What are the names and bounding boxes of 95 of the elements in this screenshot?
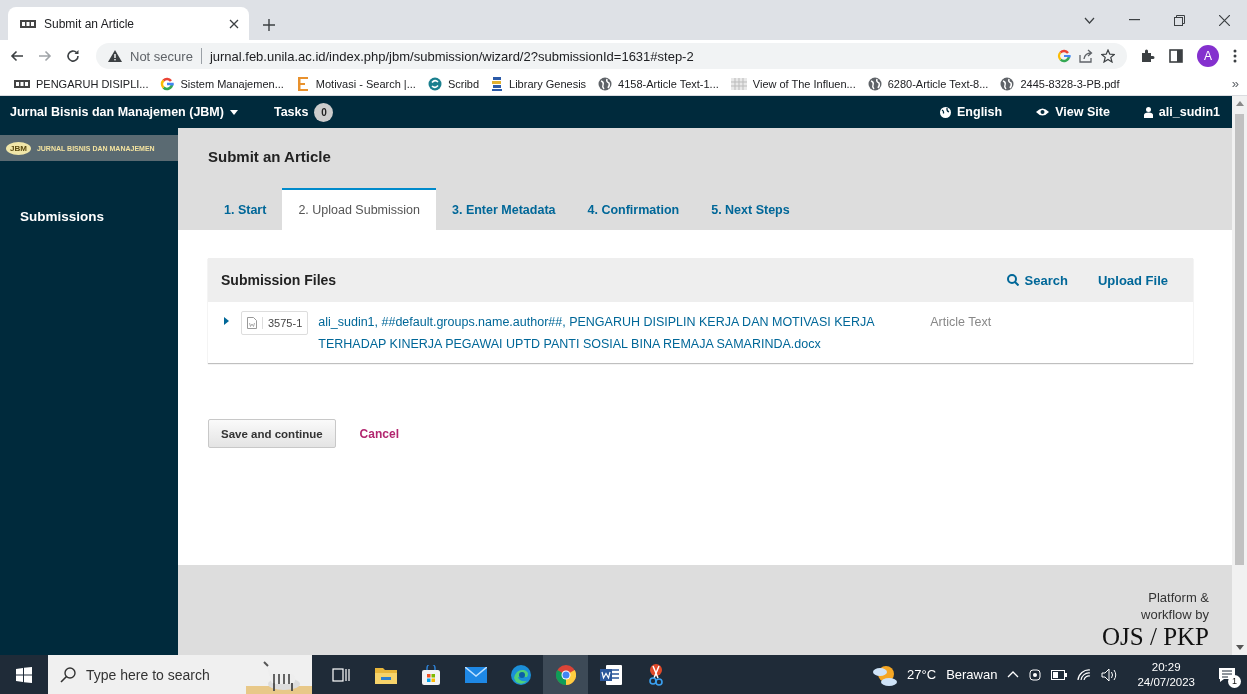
battery-icon[interactable]	[1051, 669, 1068, 680]
camera-icon[interactable]	[1029, 666, 1042, 683]
step-tab[interactable]: 1. Start	[208, 188, 283, 230]
language-menu[interactable]: English	[940, 105, 1003, 119]
search-icon	[1006, 274, 1019, 286]
chevron-down-icon[interactable]	[1084, 16, 1095, 24]
security-label: Not secure	[130, 48, 193, 64]
bookmark[interactable]: Scribd	[421, 72, 486, 95]
platform-credit: Platform & workflow by	[1140, 589, 1209, 623]
bookmark[interactable]: Sistem Manajemen...	[154, 72, 290, 95]
share-icon[interactable]	[1079, 49, 1093, 63]
url-text: jurnal.feb.unila.ac.id/index.php/jbm/submission/wizard/2?submissionId=1631#step-2	[209, 48, 695, 64]
close-icon[interactable]	[1219, 14, 1230, 26]
sun-cloud-icon	[871, 663, 898, 686]
ring-circle-icon[interactable]	[555, 664, 576, 685]
step-tab[interactable]: 5. Next Steps	[695, 188, 806, 230]
scroll-thumb[interactable]	[1235, 114, 1244, 565]
user-icon	[1143, 106, 1153, 118]
scroll-up-icon	[1235, 101, 1244, 106]
platform-logo[interactable]: OJS / PKP	[1102, 623, 1209, 651]
notification-button[interactable]: 1	[1213, 661, 1241, 688]
eye-icon	[1036, 108, 1050, 116]
close-icon[interactable]	[229, 18, 239, 29]
globe-icon	[598, 76, 613, 91]
save-and-continue-button[interactable]: Save and continue	[208, 419, 336, 448]
panel-title: Submission Files	[221, 272, 337, 288]
clock[interactable]: 20:29 24/07/2023	[1137, 659, 1195, 690]
speech-bubble-icon	[1218, 666, 1236, 683]
user-menu[interactable]: ali_sudin1	[1143, 105, 1220, 119]
task-view-icon[interactable]	[331, 666, 350, 683]
book-stack-icon	[491, 75, 504, 92]
reload-icon[interactable]	[66, 49, 80, 63]
view-site-link[interactable]: View Site	[1036, 105, 1110, 119]
search-input[interactable]: Type here to search	[86, 666, 226, 683]
count-badge: 0	[314, 102, 334, 122]
windows-start-icon[interactable]	[16, 666, 32, 683]
caret-right-icon[interactable]	[223, 317, 231, 325]
restore-icon[interactable]	[1174, 14, 1185, 26]
page-title: Submit an Article	[208, 148, 331, 165]
back-arrow-icon[interactable]	[10, 50, 24, 62]
step-tab[interactable]: 4. Confirmation	[571, 188, 696, 230]
wifi-icon[interactable]	[1077, 668, 1092, 681]
sidebar-item[interactable]: Submissions	[0, 209, 178, 224]
file-genre: Article Text	[930, 314, 992, 331]
more-bookmarks[interactable]: »	[1231, 76, 1239, 91]
weather-temperature: 27°C	[907, 667, 937, 682]
chevron-up-icon[interactable]	[1007, 671, 1020, 678]
address-bar[interactable]: Not secure jurnal.feb.unila.ac.id/index.php/jbm/submission/wizard/2?submissionId=1631#step-2	[96, 43, 1127, 69]
multicolor-ring-icon	[160, 76, 175, 91]
bookmark[interactable]: 4158-Article Text-1...	[592, 72, 725, 95]
site-icon	[14, 78, 30, 89]
browser-tab[interactable]: Submit an Article	[8, 7, 249, 40]
caret-icon	[229, 109, 238, 115]
step-tab[interactable]: 3. Enter Metadata	[436, 188, 572, 230]
serif-e-icon	[295, 75, 310, 92]
bookmark[interactable]: Motivasi - Search |...	[289, 72, 422, 95]
weather-condition: Berawan	[946, 667, 998, 682]
scroll-down-icon	[1235, 645, 1244, 650]
new-tab-icon[interactable]	[263, 19, 275, 31]
profile-avatar[interactable]: A	[1197, 45, 1219, 67]
bookmark[interactable]: View of The Influen...	[724, 72, 862, 95]
scissors-icon[interactable]	[647, 663, 664, 686]
bookmark[interactable]: PENGARUH DISIPLI...	[8, 72, 155, 95]
side-panel-icon[interactable]	[1169, 49, 1183, 63]
cancel-link[interactable]: Cancel	[359, 426, 399, 441]
bookmark[interactable]: 6280-Article Text-8...	[861, 72, 995, 95]
file-name-link[interactable]: ali_sudin1, ##default.groups.name.author##, PENGARUH DISIPLIN KERJA DAN MOTIVASI KERJA TERHADAP KINERJA PEGAWAI UPTD PANTI SOSIAL BINA REMAJA SAMARINDA.docx	[318, 311, 899, 355]
grid-logo-icon	[730, 77, 747, 90]
globe-icon	[867, 76, 882, 91]
multicolor-ring-icon[interactable]	[1057, 49, 1071, 63]
globe-icon	[940, 106, 952, 118]
warning-icon	[108, 50, 122, 62]
folder-icon[interactable]	[374, 665, 397, 684]
star-icon[interactable]	[1101, 49, 1115, 63]
document-app-icon[interactable]	[599, 664, 622, 685]
site-icon	[20, 18, 36, 29]
bookmark[interactable]: 2445-8328-3-PB.pdf	[994, 72, 1126, 95]
search-icon	[60, 666, 76, 683]
step-tab[interactable]: 2. Upload Submission	[282, 188, 436, 230]
globe-icon	[1000, 76, 1015, 91]
circle-logo-icon	[427, 76, 442, 91]
search-link[interactable]: Search	[1006, 272, 1068, 288]
bookmark[interactable]: Library Genesis	[485, 72, 593, 95]
wave-circle-icon[interactable]	[510, 664, 531, 685]
puzzle-icon[interactable]	[1141, 49, 1155, 63]
scrollbar[interactable]	[1232, 96, 1247, 655]
mail-envelope-icon[interactable]	[464, 666, 487, 683]
minimize-icon[interactable]	[1129, 19, 1140, 21]
upload-file-link[interactable]: Upload File	[1097, 272, 1168, 288]
taskbar-app[interactable]	[543, 655, 588, 694]
kebab-menu-icon[interactable]	[1233, 49, 1237, 63]
store-bag-icon[interactable]	[420, 664, 441, 685]
tasks-button[interactable]: Tasks 0	[273, 102, 334, 122]
file-id-tag: 3575-1	[241, 311, 309, 335]
journal-menu[interactable]: Jurnal Bisnis dan Manajemen (JBM)	[10, 105, 238, 119]
